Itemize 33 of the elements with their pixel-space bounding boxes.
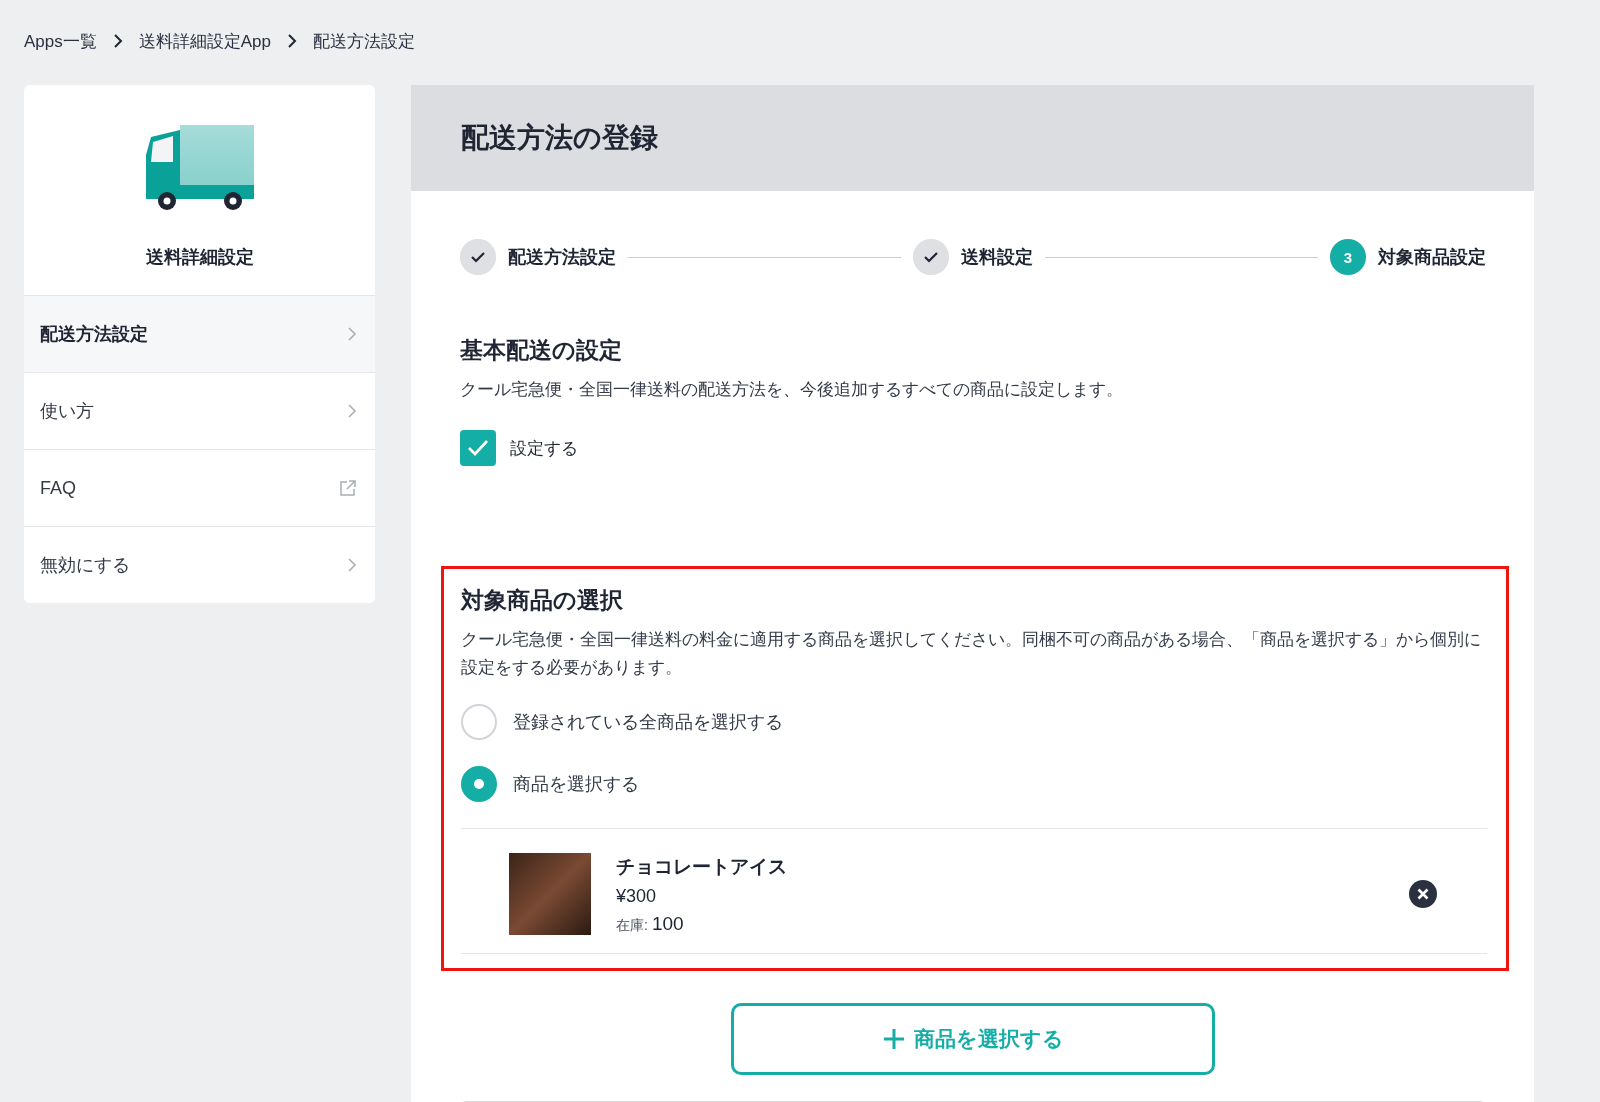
step-label: 対象商品設定 <box>1378 246 1486 269</box>
breadcrumb-item[interactable]: Apps一覧 <box>24 29 97 53</box>
sidebar-item[interactable]: 配送方法設定 <box>24 296 375 373</box>
chevron-right-icon <box>347 403 357 419</box>
chevron-right-icon <box>112 34 123 48</box>
chevron-right-icon <box>347 557 357 573</box>
plus-icon <box>882 1027 906 1051</box>
external-link-icon <box>339 479 357 497</box>
checkbox-label: 設定する <box>510 437 578 460</box>
page-title: 配送方法の登録 <box>411 85 1534 191</box>
section-description: クール宅急便・全国一律送料の配送方法を、今後追加するすべての商品に設定します。 <box>460 379 1124 401</box>
breadcrumb-item: 配送方法設定 <box>313 30 415 53</box>
product-name: チョコレートアイス <box>616 854 788 879</box>
step-label: 送料設定 <box>961 246 1033 269</box>
section-title: 対象商品の選択 <box>461 586 624 615</box>
checkbox[interactable] <box>460 430 496 466</box>
radio-label: 登録されている全商品を選択する <box>513 711 783 734</box>
product-price: ¥300 <box>616 885 658 907</box>
radio-button[interactable] <box>461 704 497 740</box>
step-label: 配送方法設定 <box>508 246 616 269</box>
radio-button[interactable] <box>461 766 497 802</box>
section-description: クール宅急便・全国一律送料の料金に適用する商品を選択してください。同梱不可の商品がある場合、「商品を選択する」から個別に設定をする必要があります。 <box>461 629 1482 679</box>
step-number: 3 <box>1330 239 1366 275</box>
radio-label: 商品を選択する <box>513 773 639 796</box>
app-name: 送料詳細設定 <box>145 246 254 269</box>
breadcrumb-item[interactable]: 送料詳細設定App <box>138 29 271 53</box>
stock-value: 100 <box>651 912 684 935</box>
stock-label: 在庫: <box>616 916 648 935</box>
chevron-right-icon <box>287 34 297 48</box>
truck-icon <box>145 125 254 211</box>
remove-icon[interactable] <box>1409 880 1437 908</box>
section-title: 基本配送の設定 <box>460 336 623 365</box>
chevron-right-icon <box>347 326 357 342</box>
